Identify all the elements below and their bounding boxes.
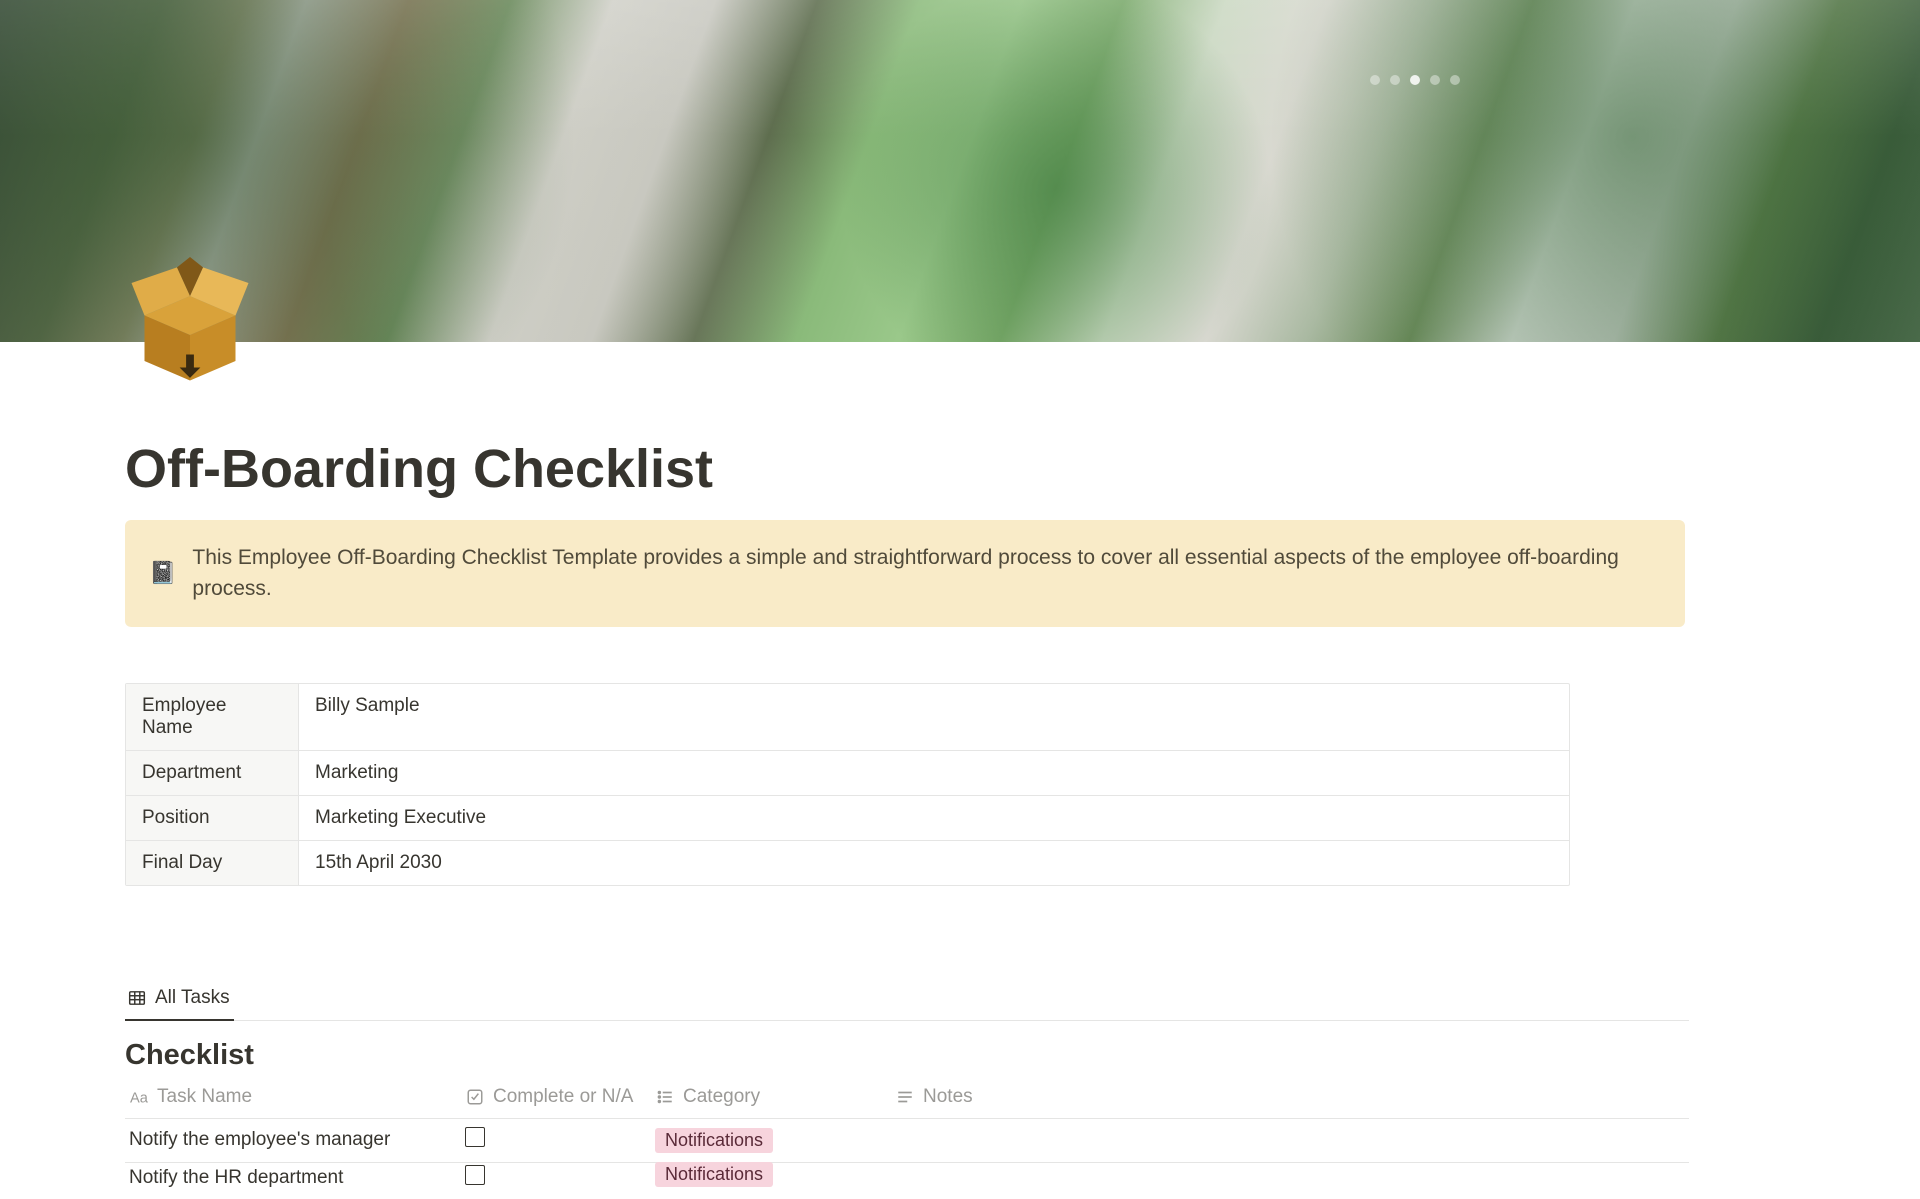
info-value[interactable]: Marketing (299, 751, 1569, 795)
table-row[interactable]: Position Marketing Executive (126, 796, 1569, 841)
callout-block[interactable]: 📓 This Employee Off-Boarding Checklist T… (125, 520, 1685, 627)
view-tabs: All Tasks (125, 981, 1740, 1021)
database-title[interactable]: Checklist (125, 1039, 1740, 1072)
info-value[interactable]: 15th April 2030 (299, 841, 1569, 885)
info-value[interactable]: Billy Sample (299, 684, 1569, 750)
column-category[interactable]: Category (655, 1086, 895, 1108)
table-row[interactable]: Department Marketing (126, 751, 1569, 796)
column-label: Task Name (157, 1086, 252, 1108)
open-box-icon (125, 257, 255, 387)
table-row[interactable]: Notify the employee's manager Notificati… (125, 1119, 1689, 1163)
column-label: Complete or N/A (493, 1086, 633, 1108)
tab-label: All Tasks (155, 987, 230, 1009)
notebook-icon: 📓 (149, 560, 176, 586)
cell-task-name[interactable]: Notify the employee's manager (125, 1129, 465, 1151)
multiselect-icon (655, 1087, 675, 1107)
cell-task-name[interactable]: Notify the HR department (125, 1167, 465, 1189)
info-label: Department (126, 751, 299, 795)
cover-image (0, 0, 1920, 342)
employee-info-table[interactable]: Employee Name Billy Sample Department Ma… (125, 683, 1570, 886)
table-row[interactable]: Final Day 15th April 2030 (126, 841, 1569, 885)
column-header-row: Aa Task Name Complete or N/A (125, 1086, 1689, 1119)
page-icon-box[interactable] (125, 257, 255, 387)
column-notes[interactable]: Notes (895, 1086, 1689, 1108)
column-complete[interactable]: Complete or N/A (465, 1086, 655, 1108)
category-tag[interactable]: Notifications (655, 1162, 773, 1187)
column-label: Notes (923, 1086, 973, 1108)
title-icon: Aa (129, 1087, 149, 1107)
table-icon (127, 988, 147, 1008)
column-task-name[interactable]: Aa Task Name (125, 1086, 465, 1108)
checkbox-icon (465, 1087, 485, 1107)
tab-all-tasks[interactable]: All Tasks (125, 981, 234, 1021)
table-row[interactable]: Notify the HR department Notifications (125, 1163, 1689, 1193)
tab-underline (125, 1020, 1689, 1021)
category-tag[interactable]: Notifications (655, 1128, 773, 1153)
info-label: Position (126, 796, 299, 840)
column-label: Category (683, 1086, 760, 1108)
checkbox-unchecked[interactable] (465, 1127, 485, 1147)
callout-text: This Employee Off-Boarding Checklist Tem… (192, 542, 1661, 605)
text-icon (895, 1087, 915, 1107)
checkbox-unchecked[interactable] (465, 1165, 485, 1185)
svg-text:Aa: Aa (130, 1090, 148, 1105)
info-label: Employee Name (126, 684, 299, 750)
info-label: Final Day (126, 841, 299, 885)
info-value[interactable]: Marketing Executive (299, 796, 1569, 840)
carousel-dots (1370, 75, 1460, 85)
table-row[interactable]: Employee Name Billy Sample (126, 684, 1569, 751)
page-title[interactable]: Off-Boarding Checklist (125, 342, 1740, 502)
